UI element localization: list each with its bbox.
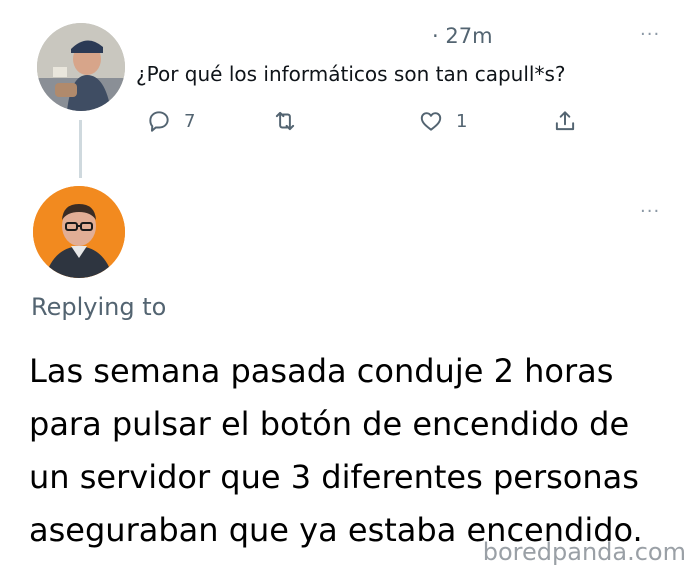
share-icon xyxy=(555,111,575,131)
heart-icon xyxy=(420,112,442,131)
watermark: boredpanda.com xyxy=(482,538,686,566)
tweet-screenshot: · 27m ··· ¿Por qué los informáticos son … xyxy=(0,0,700,576)
avatar-photo-man-with-cap xyxy=(37,23,125,111)
tweet-text: ¿Por qué los informáticos son tan capull… xyxy=(136,62,566,86)
replying-to-label: Replying to xyxy=(31,293,167,321)
reply-button[interactable]: 7 xyxy=(146,108,195,134)
reply-icon xyxy=(149,111,169,132)
more-options-icon[interactable]: ··· xyxy=(640,24,660,45)
reply-text-line: para pulsar el botón de encendido de xyxy=(29,405,630,443)
reply-text-line: Las semana pasada conduje 2 horas xyxy=(29,352,614,390)
like-count: 1 xyxy=(456,110,468,132)
avatar[interactable] xyxy=(33,186,125,278)
avatar-photo-man-with-glasses xyxy=(33,186,125,278)
reply-text-line: un servidor que 3 diferentes personas xyxy=(29,458,639,496)
reply-tweet-text: Las semana pasada conduje 2 horas para p… xyxy=(29,345,679,557)
tweet-timestamp[interactable]: · 27m xyxy=(432,24,493,48)
thread-line xyxy=(79,120,82,178)
like-button[interactable]: 1 xyxy=(418,108,467,134)
retweet-button[interactable] xyxy=(272,108,310,134)
reply-count: 7 xyxy=(184,110,196,132)
retweet-icon xyxy=(275,111,295,131)
avatar[interactable] xyxy=(37,23,125,111)
share-button[interactable] xyxy=(552,108,578,134)
more-options-icon[interactable]: ··· xyxy=(640,201,660,222)
